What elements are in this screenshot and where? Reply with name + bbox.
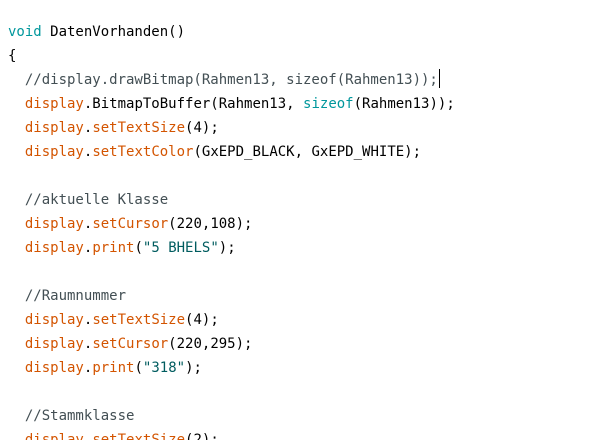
code-text: { — [8, 48, 17, 64]
method-name: setTextSize — [92, 432, 186, 440]
comment-text: //Raumnummer — [8, 288, 127, 304]
code-line[interactable]: //aktuelle Klasse — [8, 188, 168, 212]
code-line[interactable]: display.setTextSize(4); — [8, 116, 219, 140]
text-caret — [438, 69, 440, 88]
object-name: display — [24, 432, 84, 440]
code-line[interactable]: display.setTextSize(4); — [8, 308, 219, 332]
object-name: display — [24, 96, 84, 112]
code-text: (220,108); — [168, 216, 253, 232]
code-line[interactable]: display.setCursor(220,295); — [8, 332, 253, 356]
object-name: display — [24, 336, 84, 352]
code-line[interactable]: //Raumnummer — [8, 284, 126, 308]
comment-text: //aktuelle Klasse — [8, 192, 169, 208]
method-name: setTextSize — [92, 312, 186, 328]
code-text: (2); — [185, 432, 219, 440]
method-name: print — [92, 240, 135, 256]
builtin-keyword: sizeof — [303, 96, 354, 112]
code-editor[interactable]: void DatenVorhanden() { //display.drawBit… — [0, 0, 613, 440]
code-text: (Rahmen13)); — [353, 96, 455, 112]
code-line[interactable]: //display.drawBitmap(Rahmen13, sizeof(Ra… — [8, 68, 440, 92]
code-line[interactable]: display.setTextColor(GxEPD_BLACK, GxEPD_… — [8, 140, 421, 164]
string-literal: "5 BHELS" — [142, 240, 219, 256]
code-text: DatenVorhanden() — [41, 24, 186, 40]
method-name: print — [92, 360, 135, 376]
object-name: display — [24, 312, 84, 328]
code-text: ); — [185, 360, 202, 376]
method-name: setCursor — [92, 336, 169, 352]
comment-text: //display.drawBitmap(Rahmen13, sizeof(Ra… — [8, 72, 438, 88]
code-line[interactable]: void DatenVorhanden() — [8, 20, 185, 44]
code-text: .BitmapToBuffer(Rahmen13, — [83, 96, 304, 112]
object-name: display — [24, 144, 84, 160]
code-text: (GxEPD_BLACK, GxEPD_WHITE); — [193, 144, 422, 160]
code-line[interactable]: display.print("318"); — [8, 356, 202, 380]
method-name: setTextColor — [92, 144, 194, 160]
code-text: (4); — [185, 120, 219, 136]
method-name: setCursor — [92, 216, 169, 232]
code-text: (220,295); — [168, 336, 253, 352]
object-name: display — [24, 216, 84, 232]
code-line[interactable]: //Stammklasse — [8, 404, 135, 428]
code-line[interactable]: { — [8, 44, 16, 68]
string-literal: "318" — [142, 360, 186, 376]
object-name: display — [24, 120, 84, 136]
code-text: ( — [134, 240, 143, 256]
method-name: setTextSize — [92, 120, 186, 136]
code-line[interactable]: display.setCursor(220,108); — [8, 212, 253, 236]
object-name: display — [24, 240, 84, 256]
code-line[interactable]: display.print("5 BHELS"); — [8, 236, 236, 260]
code-line[interactable]: display.setTextSize(2); — [8, 428, 219, 440]
code-line[interactable]: display.BitmapToBuffer(Rahmen13, sizeof(… — [8, 92, 455, 116]
comment-text: //Stammklasse — [8, 408, 135, 424]
code-text: ( — [134, 360, 143, 376]
code-text: ); — [218, 240, 236, 256]
code-text: (4); — [185, 312, 219, 328]
object-name: display — [24, 360, 84, 376]
keyword: void — [8, 24, 42, 40]
